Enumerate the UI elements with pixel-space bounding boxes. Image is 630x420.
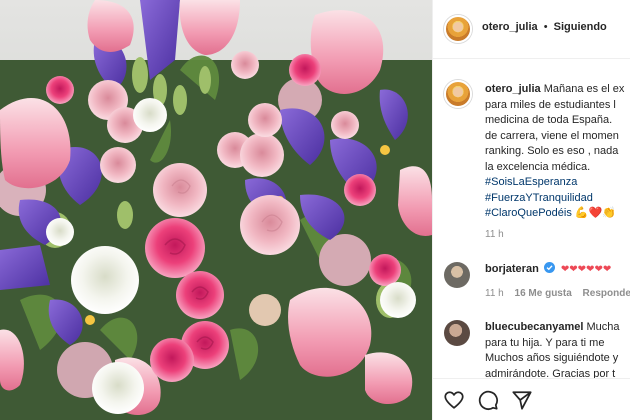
comment-line: bluecubecanyamel Mucha [485, 320, 620, 336]
heart-outline-icon[interactable] [443, 389, 465, 416]
commenter-username[interactable]: bluecubecanyamel [485, 321, 583, 333]
comment-timestamp[interactable]: 11 h [485, 288, 504, 299]
caption-text-line: para miles de estudiantes l [485, 98, 616, 111]
header-separator: • [543, 21, 548, 33]
comment-text-line: Mucha [586, 321, 620, 333]
speech-bubble-icon[interactable] [477, 389, 499, 416]
commenter-username[interactable]: borjateran [485, 263, 539, 275]
post-actions-bar [433, 378, 630, 420]
comment-text-line: Muchos años siguiéndote y [485, 352, 619, 364]
following-button[interactable]: Siguiendo [554, 21, 607, 33]
commenter-avatar[interactable] [444, 262, 470, 288]
caption-username[interactable]: otero_julia [485, 83, 541, 95]
comment-likes-count[interactable]: 16 Me gusta [515, 288, 572, 299]
post-photo[interactable] [0, 0, 432, 420]
paper-plane-icon[interactable] [511, 389, 533, 416]
hashtag-link[interactable]: #FuerzaYTranquilidad [485, 191, 593, 207]
post-side-panel: otero_julia • Siguiendo otero_julia Maña… [432, 0, 630, 420]
caption-text-line: medicina de toda España. [485, 114, 613, 126]
caption-timestamp[interactable]: 11 h [485, 229, 504, 240]
caption-text-line: Mañana es el ex [543, 83, 625, 95]
author-avatar[interactable] [444, 15, 472, 43]
caption-emojis: 💪❤️👏 [574, 207, 616, 219]
comment-text: ❤❤❤❤❤❤ [560, 264, 612, 275]
flower-bouquet-image [0, 0, 432, 420]
post-header: otero_julia • Siguiendo [433, 0, 630, 59]
hashtag-link[interactable]: #ClaroQuePodéis [485, 207, 572, 219]
comment-text-line: para tu hija. Y para ti me [485, 336, 605, 349]
reply-button[interactable]: Responde [583, 288, 630, 299]
caption-author-avatar[interactable] [444, 80, 472, 108]
verified-badge-icon [543, 262, 555, 273]
hashtag-emoji-line: #ClaroQuePodéis 💪❤️👏 [485, 206, 616, 222]
comment-line: borjateran ❤❤❤❤❤❤ [485, 262, 611, 278]
hashtag-link[interactable]: #SoisLaEsperanza [485, 175, 577, 191]
author-username[interactable]: otero_julia [482, 21, 538, 33]
comment-meta: 11 h 16 Me gusta Responde [485, 288, 630, 299]
commenter-avatar[interactable] [444, 320, 470, 346]
caption-line-1: otero_julia Mañana es el ex [485, 82, 624, 98]
caption-text-line: la excelencia médica. [485, 160, 591, 173]
caption-text-line: de carrera, viene el momen [485, 129, 619, 142]
caption-text-line: ranking. Solo es eso , nada [485, 145, 619, 157]
header-user-line: otero_julia • Siguiendo [482, 20, 607, 36]
